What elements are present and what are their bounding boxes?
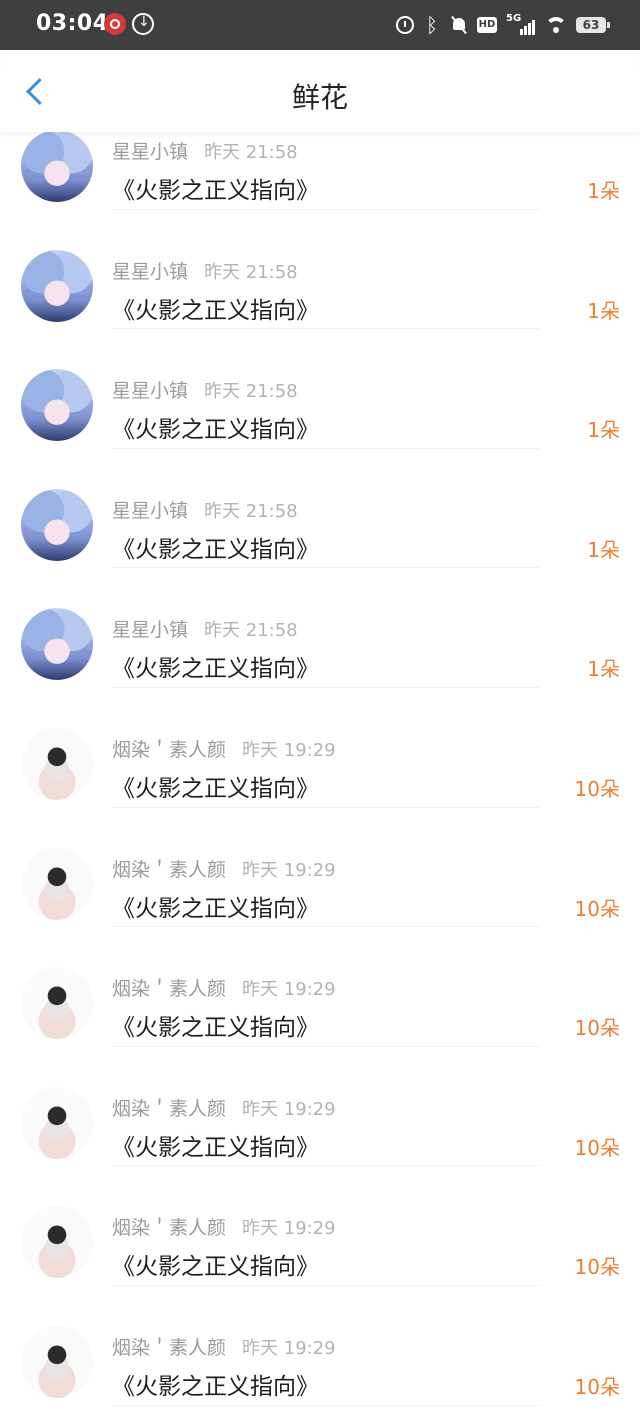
user-name-text[interactable]: 烟染＇素人颜 [112,1098,226,1120]
flower-list: 星星小镇 昨天 21:58 《火影之正义指向》 1朵 星星小镇 昨天 21:58 《火影之正… [0,90,640,1406]
flower-count: 10朵 [574,1016,620,1041]
user-name[interactable]: 烟染＇素人颜 昨天 19:29 [112,735,336,762]
user-name[interactable]: 烟染＇素人颜 昨天 19:29 [112,1333,336,1360]
user-name-text[interactable]: 星星小镇 [112,141,188,163]
hd-icon: HD [477,17,497,33]
book-title[interactable]: 《火影之正义指向》 [112,1008,319,1042]
flower-count: 10朵 [574,896,620,921]
list-item[interactable]: 星星小镇 昨天 21:58 《火影之正义指向》 1朵 [0,568,640,688]
list-item[interactable]: 烟染＇素人颜 昨天 19:29 《火影之正义指向》 10朵 [0,1047,640,1167]
divider [112,1404,540,1406]
timestamp: 昨天 19:29 [242,859,336,881]
book-title[interactable]: 《火影之正义指向》 [112,410,319,444]
flower-count: 1朵 [587,298,620,323]
avatar[interactable] [21,1325,93,1398]
avatar[interactable] [21,1086,93,1159]
avatar[interactable] [21,130,93,202]
user-name-text[interactable]: 烟染＇素人颜 [112,1217,226,1239]
download-icon [132,13,154,35]
timestamp: 昨天 19:29 [242,1218,336,1240]
signal-icon: 5G [506,13,536,35]
status-icons: HD 5G 63 [396,12,610,38]
flower-count: 10朵 [574,1255,620,1280]
timestamp: 昨天 21:58 [204,142,298,163]
avatar[interactable] [21,1206,93,1279]
list-item[interactable]: 烟染＇素人颜 昨天 19:29 《火影之正义指向》 10朵 [0,1166,640,1286]
list-item[interactable]: 烟染＇素人颜 昨天 19:29 《火影之正义指向》 10朵 [0,688,640,808]
timestamp: 昨天 19:29 [242,1337,336,1359]
list-item[interactable]: 烟染＇素人颜 昨天 19:29 《火影之正义指向》 10朵 [0,927,640,1047]
timestamp: 昨天 21:58 [204,620,298,642]
battery-icon: 63 [576,17,610,33]
user-name-text[interactable]: 星星小镇 [112,500,188,522]
book-title[interactable]: 《火影之正义指向》 [112,171,319,205]
list-item[interactable]: 星星小镇 昨天 21:58 《火影之正义指向》 1朵 [0,210,640,330]
user-name[interactable]: 烟染＇素人颜 昨天 19:29 [112,855,336,882]
user-name-text[interactable]: 烟染＇素人颜 [112,859,226,881]
top-bar: 鲜花 [0,50,640,132]
network-label: 5G [506,13,522,24]
user-name-text[interactable]: 星星小镇 [112,380,188,402]
avatar[interactable] [21,608,93,681]
flower-count: 10朵 [574,776,620,801]
user-name[interactable]: 烟染＇素人颜 昨天 19:29 [112,974,336,1001]
book-title[interactable]: 《火影之正义指向》 [112,1367,319,1401]
flower-count: 1朵 [587,657,620,682]
user-name[interactable]: 烟染＇素人颜 昨天 19:29 [112,1094,336,1121]
page-title: 鲜花 [291,81,348,114]
bluetooth-icon [423,13,441,37]
book-title[interactable]: 《火影之正义指向》 [112,1128,319,1162]
status-bar: 03:04 HD 5G 63 [0,0,640,50]
status-time: 03:04 [36,11,109,36]
timestamp: 昨天 21:58 [204,381,298,403]
book-title[interactable]: 《火影之正义指向》 [112,530,319,564]
avatar[interactable] [21,249,93,322]
book-title[interactable]: 《火影之正义指向》 [112,1247,319,1281]
mute-icon [450,16,468,34]
list-item[interactable]: 烟染＇素人颜 昨天 19:29 《火影之正义指向》 10朵 [0,1286,640,1406]
netease-music-icon [104,13,126,35]
user-name-text[interactable]: 星星小镇 [112,619,188,641]
avatar[interactable] [21,727,93,800]
user-name-text[interactable]: 烟染＇素人颜 [112,978,226,1000]
book-title[interactable]: 《火影之正义指向》 [112,291,319,325]
wifi-icon [545,17,567,33]
flower-count: 1朵 [587,537,620,562]
book-title[interactable]: 《火影之正义指向》 [112,649,319,683]
list-item[interactable]: 星星小镇 昨天 21:58 《火影之正义指向》 1朵 [0,329,640,449]
user-name-text[interactable]: 烟染＇素人颜 [112,1337,226,1359]
flower-count: 1朵 [587,179,620,203]
alarm-icon [396,16,414,34]
avatar[interactable] [21,967,93,1040]
book-title[interactable]: 《火影之正义指向》 [112,889,319,923]
flower-count: 10朵 [574,1135,620,1160]
user-name[interactable]: 星星小镇 昨天 21:58 [112,615,298,642]
timestamp: 昨天 19:29 [242,739,336,761]
user-name[interactable]: 星星小镇 昨天 21:58 [112,496,298,523]
timestamp: 昨天 21:58 [204,261,298,283]
user-name-text[interactable]: 星星小镇 [112,261,188,283]
list-item[interactable]: 烟染＇素人颜 昨天 19:29 《火影之正义指向》 10朵 [0,808,640,928]
user-name[interactable]: 烟染＇素人颜 昨天 19:29 [112,1213,336,1240]
book-title[interactable]: 《火影之正义指向》 [112,769,319,803]
list-item[interactable]: 星星小镇 昨天 21:58 《火影之正义指向》 1朵 [0,449,640,569]
user-name[interactable]: 星星小镇 昨天 21:58 [112,257,298,284]
avatar[interactable] [21,488,93,561]
flower-count: 10朵 [574,1374,620,1399]
avatar[interactable] [21,847,93,920]
avatar[interactable] [21,369,93,442]
flower-count: 1朵 [587,418,620,443]
user-name-text[interactable]: 烟染＇素人颜 [112,739,226,761]
timestamp: 昨天 19:29 [242,979,336,1001]
timestamp: 昨天 19:29 [242,1098,336,1120]
user-name[interactable]: 星星小镇 昨天 21:58 [112,376,298,403]
user-name[interactable]: 星星小镇 昨天 21:58 [112,137,298,164]
timestamp: 昨天 21:58 [204,500,298,522]
